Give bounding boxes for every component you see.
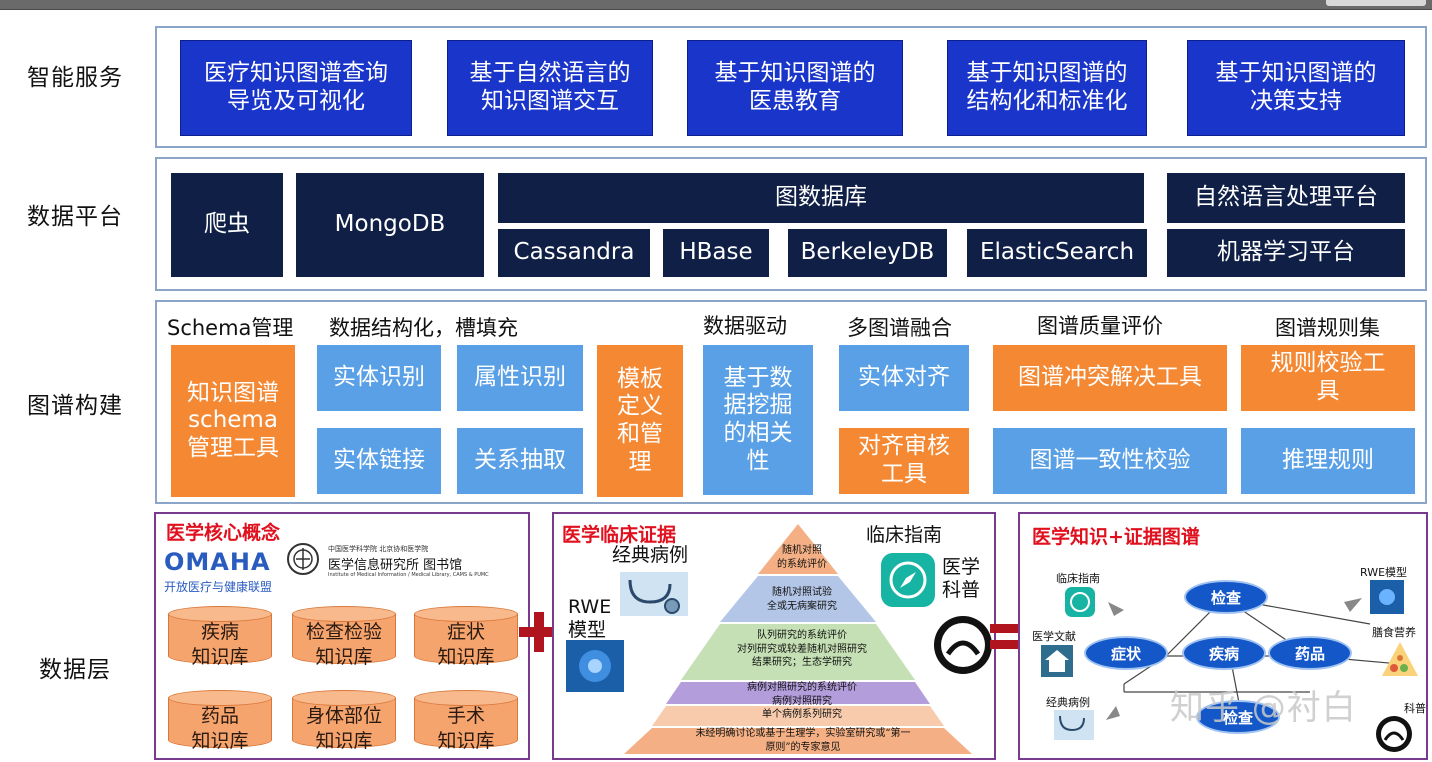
kb-label: 症状 知识库 [437,621,495,668]
kb-label: 手术 知识库 [437,705,495,752]
omaha-logo: OMAHA [164,548,271,576]
build-header-quality: 图谱质量评价 [1037,314,1163,338]
graph-literature-label: 医学文献 [1032,630,1076,643]
kb-label: 检查检验 知识库 [305,621,382,668]
service-box-query: 医疗知识图谱查询 导览及可视化 [180,40,412,136]
graph-node-exam: 检查 [1184,580,1268,614]
layer-label-data: 数据层 [39,657,111,683]
literature-house-icon [1041,645,1073,677]
window-top-bar [0,0,1432,10]
service-box-nlp: 基于自然语言的 知识图谱交互 [447,40,653,136]
platform-hbase: HBase [663,229,769,277]
platform-berkeleydb: BerkeleyDB [788,229,947,277]
platform-cassandra: Cassandra [498,229,650,277]
pyramid-level-5: 单个病例系列研究 [762,709,842,720]
platform-crawler: 爬虫 [171,173,283,277]
schema-tool: 知识图谱 schema 管理工具 [171,345,295,497]
kb-label: 身体部位 知识库 [305,705,382,752]
entity-alignment: 实体对齐 [839,345,969,411]
service-box-education: 基于知识图谱的 医患教育 [687,40,903,136]
clinical-evidence-panel: 医学临床证据 经典病例 RWE 模型 随机对照 的系统评价 随机对照试验 全或无… [552,512,996,760]
kb-cylinder: 症状 知识库 [414,606,518,668]
inference-rules: 推理规则 [1241,428,1415,494]
kb-cylinder: 身体部位 知识库 [292,690,396,752]
graph-node-drug: 药品 [1268,636,1352,670]
compass-app-icon [881,553,935,607]
relation-extraction: 关系抽取 [457,428,583,494]
build-header-fusion: 多图谱融合 [847,316,952,340]
rule-check-tool: 规则校验工 具 [1241,345,1415,411]
guideline-compass-icon [1065,587,1095,617]
popular-science-label: 医学 科普 [942,556,981,601]
layer-label-service: 智能服务 [27,65,123,91]
entity-recognition: 实体识别 [317,345,441,411]
core-concepts-title: 医学核心概念 [166,522,281,544]
omaha-subtitle: 开放医疗与健康联盟 [164,580,273,594]
build-header-schema: Schema管理 [167,316,294,340]
service-box-standard: 基于知识图谱的 结构化和标准化 [947,40,1147,136]
institute-name: 医学信息研究所 图书馆 [328,558,463,573]
institute-english: Institute of Medical Information / Medic… [328,572,489,578]
entity-linking: 实体链接 [317,428,441,494]
alignment-review: 对齐审核 工具 [839,428,969,494]
build-header-driven: 数据驱动 [703,314,787,338]
graph-diet-label: 膳食营养 [1372,626,1416,639]
platform-graphdb: 图数据库 [498,173,1144,223]
graph-node-symptom: 症状 [1084,636,1168,670]
rwe-model-icon [1370,580,1404,614]
build-header-structuring: 数据结构化，槽填充 [329,316,518,340]
platform-mongodb: MongoDB [296,173,484,277]
consistency-check: 图谱一致性校验 [993,428,1227,494]
template-management: 模板 定义 和管 理 [597,345,683,497]
pyramid-level-4: 病例对照研究的系统评价 病例对照研究 [747,682,857,707]
graph-guideline-label: 临床指南 [1056,572,1100,585]
layer-label-platform: 数据平台 [27,204,123,230]
pyramid-level-3: 队列研究的系统评价 对列研究或较差随机对照研究 结果研究；生态学研究 [737,630,867,668]
pyramid-level-1: 随机对照 的系统评价 [777,545,827,570]
watermark: 知乎 @衬白 [1170,688,1357,728]
top-bar-tab [1326,0,1426,6]
kb-cylinder: 药品 知识库 [168,690,272,752]
institute-top-line: 中国医学科学院 北京协和医学院 [328,545,429,553]
popsci-logo-icon [1376,716,1412,752]
layer-label-build: 图谱构建 [27,393,123,419]
clinical-guideline-label: 临床指南 [866,524,943,546]
platform-ml: 机器学习平台 [1167,229,1405,277]
kb-cylinder: 手术 知识库 [414,690,518,752]
graph-node-disease: 疾病 [1182,636,1266,670]
build-header-rules: 图谱规则集 [1275,316,1380,340]
kb-cylinder: 疾病 知识库 [168,606,272,668]
kb-label: 疾病 知识库 [191,621,249,668]
popular-science-logo-icon [934,616,992,674]
platform-elasticsearch: ElasticSearch [967,229,1147,277]
platform-nlp: 自然语言处理平台 [1167,173,1405,223]
service-panel: 医疗知识图谱查询 导览及可视化 基于自然语言的 知识图谱交互 基于知识图谱的 医… [155,26,1427,148]
cases-stethoscope-icon [1054,710,1094,740]
platform-panel: 爬虫 MongoDB 图数据库 Cassandra HBase Berkeley… [155,157,1427,291]
attribute-recognition: 属性识别 [457,345,583,411]
pyramid-level-2: 随机对照试验 全或无病案研究 [767,587,837,612]
graph-rwe-label: RWE模型 [1360,566,1408,579]
core-concepts-panel: 医学核心概念 OMAHA 开放医疗与健康联盟 中国医学科学院 北京协和医学院 医… [154,512,530,760]
pyramid-level-6: 未经明确讨论或基于生理学，实验室研究或“第一 原则”的专家意见 [695,728,911,753]
graph-cases-label: 经典病例 [1046,696,1090,709]
institute-emblem-icon [287,543,319,575]
data-mining: 基于数 据挖掘 的相关 性 [703,345,813,495]
conflict-tool: 图谱冲突解决工具 [993,345,1227,411]
kb-cylinder: 检查检验 知识库 [292,606,396,668]
build-panel: Schema管理 数据结构化，槽填充 数据驱动 多图谱融合 图谱质量评价 图谱规… [155,300,1427,504]
kb-label: 药品 知识库 [191,705,249,752]
service-box-decision: 基于知识图谱的 决策支持 [1187,40,1405,136]
food-pyramid-icon [1382,642,1418,676]
